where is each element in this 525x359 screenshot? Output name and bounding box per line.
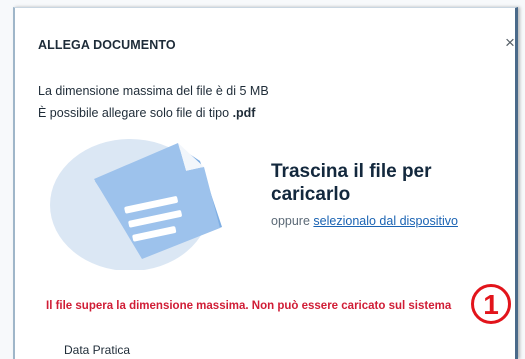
dropzone-title[interactable]: Trascina il file per caricarlo — [271, 160, 501, 206]
dialog-title: ALLEGA DOCUMENTO — [38, 38, 176, 52]
close-icon[interactable]: × — [505, 34, 519, 51]
annotation-number-badge: 1 — [471, 284, 511, 324]
allowed-type-text: È possibile allegare solo file di tipo .… — [38, 106, 255, 120]
badge-number: 1 — [483, 289, 499, 320]
max-size-text: La dimensione massima del file è di 5 MB — [38, 84, 269, 98]
allowed-extension: .pdf — [232, 106, 256, 120]
document-icon[interactable] — [50, 135, 240, 270]
page-background: ALLEGA DOCUMENTO × La dimensione massima… — [0, 0, 525, 359]
error-message: Il file supera la dimensione massima. No… — [46, 300, 452, 312]
dropzone-or-text: oppure — [271, 214, 314, 228]
data-pratica-label: Data Pratica — [64, 343, 131, 357]
dropzone-subtext: oppure selezionalo dal dispositivo — [271, 214, 458, 228]
allowed-type-prefix: È possibile allegare solo file di tipo — [38, 106, 233, 120]
select-from-device-link[interactable]: selezionalo dal dispositivo — [313, 214, 458, 228]
